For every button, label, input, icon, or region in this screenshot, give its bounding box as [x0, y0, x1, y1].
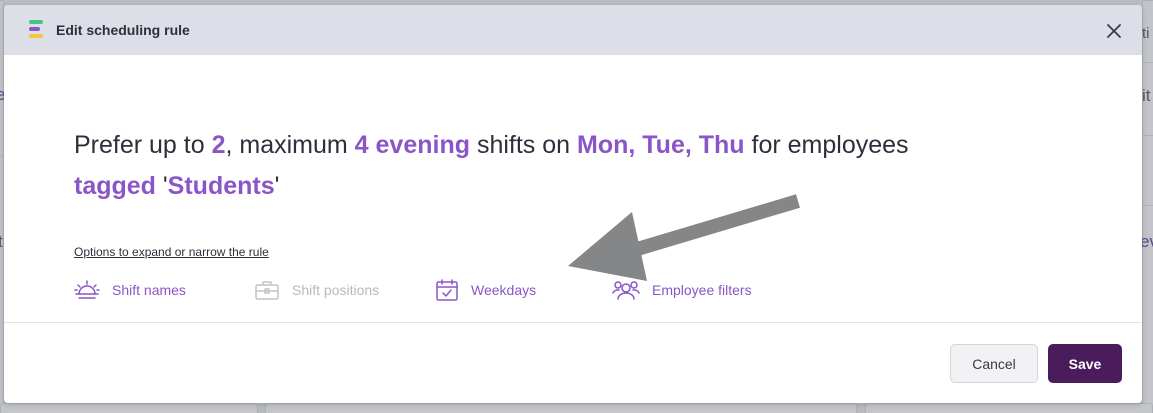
background-card — [0, 403, 258, 413]
app-logo-icon — [29, 20, 43, 39]
cancel-button[interactable]: Cancel — [950, 344, 1038, 383]
weekdays-option[interactable]: Weekdays — [435, 277, 536, 303]
calendar-check-icon — [436, 279, 458, 301]
background-divider — [1142, 62, 1153, 63]
weekdays-label: Weekdays — [471, 282, 537, 298]
rule-text-part: ' — [155, 172, 168, 200]
background-card — [865, 403, 1153, 413]
options-expand-link[interactable]: Options to expand or narrow the rule — [74, 245, 269, 259]
weekdays-value[interactable]: Mon, Tue, Thu — [577, 131, 745, 159]
dialog-title: Edit scheduling rule — [56, 22, 190, 38]
rule-text-part: , maximum — [225, 131, 355, 159]
briefcase-icon — [255, 281, 279, 300]
annotation-arrow-icon — [568, 194, 801, 281]
footer-divider — [4, 322, 1142, 323]
shift-positions-option[interactable]: Shift positions — [254, 277, 379, 303]
shift-names-option[interactable]: Shift names — [74, 277, 186, 303]
preferred-count-value[interactable]: 2 — [212, 131, 226, 159]
maximum-shifts-value[interactable]: 4 evening — [355, 131, 470, 159]
rule-text-part: ' — [274, 172, 280, 200]
employee-filter-type-value[interactable]: tagged — [74, 172, 156, 200]
background-divider — [1142, 135, 1153, 136]
rule-text-part: Prefer up to — [74, 131, 212, 159]
background-card — [265, 403, 857, 413]
close-icon[interactable] — [1104, 21, 1124, 41]
background-text-fragment: ti — [1142, 25, 1150, 42]
background-text-fragment: it — [1142, 86, 1151, 105]
background-divider — [1142, 205, 1153, 206]
shift-names-label: Shift names — [112, 282, 186, 298]
dialog-header: Edit scheduling rule — [4, 5, 1142, 55]
background-text-fragment: t — [0, 232, 3, 251]
employee-tag-value[interactable]: Students — [168, 172, 275, 200]
save-button[interactable]: Save — [1048, 344, 1122, 383]
rule-text-part: shifts on — [470, 131, 577, 159]
edit-scheduling-rule-dialog: Edit scheduling rule Prefer up to 2, max… — [4, 5, 1142, 403]
sunrise-icon — [74, 280, 100, 299]
shift-positions-label: Shift positions — [292, 282, 380, 298]
rule-text-part: for employees — [744, 131, 909, 159]
